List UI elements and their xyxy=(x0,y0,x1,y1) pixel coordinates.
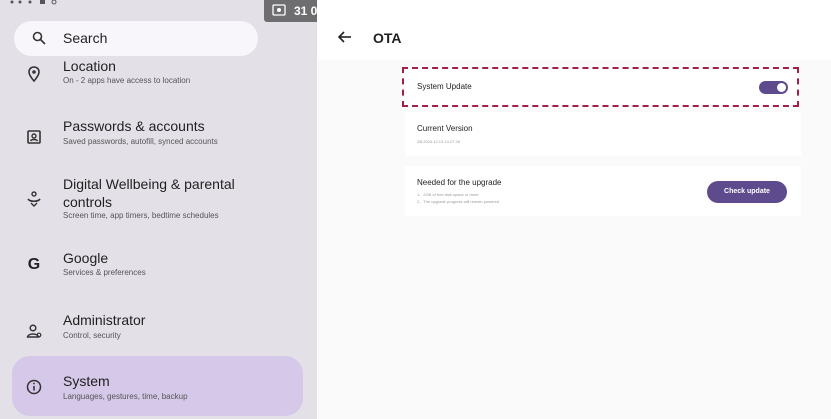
upgrade-card: Needed for the upgrade 1、2GB of free dis… xyxy=(405,166,801,216)
settings-item-title: Google xyxy=(63,250,109,266)
record-icon xyxy=(272,4,286,16)
settings-item-title: Digital Wellbeing & parental xyxy=(63,176,235,192)
settings-sidebar: Search Location On - 2 apps have access … xyxy=(0,0,317,419)
settings-item-subtitle: Screen time, app timers, bedtime schedul… xyxy=(63,211,219,220)
wellbeing-icon xyxy=(27,191,41,207)
settings-item-title: System xyxy=(63,373,110,389)
admin-user-icon xyxy=(26,324,42,338)
ota-panel: OTA System Update Current Version ZB.202… xyxy=(317,0,831,419)
back-arrow-icon[interactable] xyxy=(338,31,352,43)
settings-item-subtitle: Services & preferences xyxy=(63,268,146,277)
current-version-label: Current Version xyxy=(417,124,473,133)
settings-item-google[interactable]: G Google Services & preferences xyxy=(0,250,317,290)
settings-item-digital-wellbeing[interactable]: Digital Wellbeing & parental controls Sc… xyxy=(0,176,317,228)
search-bar[interactable]: Search xyxy=(14,21,258,56)
upgrade-label: Needed for the upgrade xyxy=(417,178,502,187)
selected-highlight xyxy=(12,356,303,416)
settings-item-subtitle: Saved passwords, autofill, synced accoun… xyxy=(63,137,218,146)
search-label: Search xyxy=(63,30,108,46)
check-update-button[interactable]: Check update xyxy=(707,181,787,203)
settings-item-subtitle: Languages, gestures, time, backup xyxy=(63,392,188,401)
settings-item-passwords-accounts[interactable]: Passwords & accounts Saved passwords, au… xyxy=(0,118,317,158)
settings-item-administrator[interactable]: Administrator Control, security xyxy=(0,312,317,352)
info-icon xyxy=(26,379,42,395)
google-g-icon: G xyxy=(27,256,41,273)
settings-item-title: Passwords & accounts xyxy=(63,118,205,134)
settings-item-title-line2: controls xyxy=(63,194,113,210)
upgrade-note: 1、2GB of free disk space or more xyxy=(417,192,479,197)
location-pin-icon xyxy=(28,66,40,83)
page-title: OTA xyxy=(373,30,402,46)
account-box-icon xyxy=(27,130,41,144)
upgrade-note: 2、The upgrade progress will remain power… xyxy=(417,199,500,204)
settings-item-subtitle: On - 2 apps have access to location xyxy=(63,76,191,85)
settings-item-location[interactable]: Location On - 2 apps have access to loca… xyxy=(0,58,317,104)
status-bar-icons xyxy=(10,0,57,5)
settings-item-subtitle: Control, security xyxy=(63,331,121,340)
settings-item-title: Location xyxy=(63,58,116,74)
annotation-highlight-box xyxy=(402,67,799,107)
top-app-bar: OTA xyxy=(317,0,831,60)
settings-item-system[interactable]: System Languages, gestures, time, backup xyxy=(0,356,317,416)
search-icon xyxy=(32,31,46,45)
settings-item-title: Administrator xyxy=(63,312,146,328)
current-version-card: Current Version ZB.2024.12.13.14.27.26 xyxy=(405,112,801,156)
current-version-value: ZB.2024.12.13.14.27.26 xyxy=(417,139,460,144)
